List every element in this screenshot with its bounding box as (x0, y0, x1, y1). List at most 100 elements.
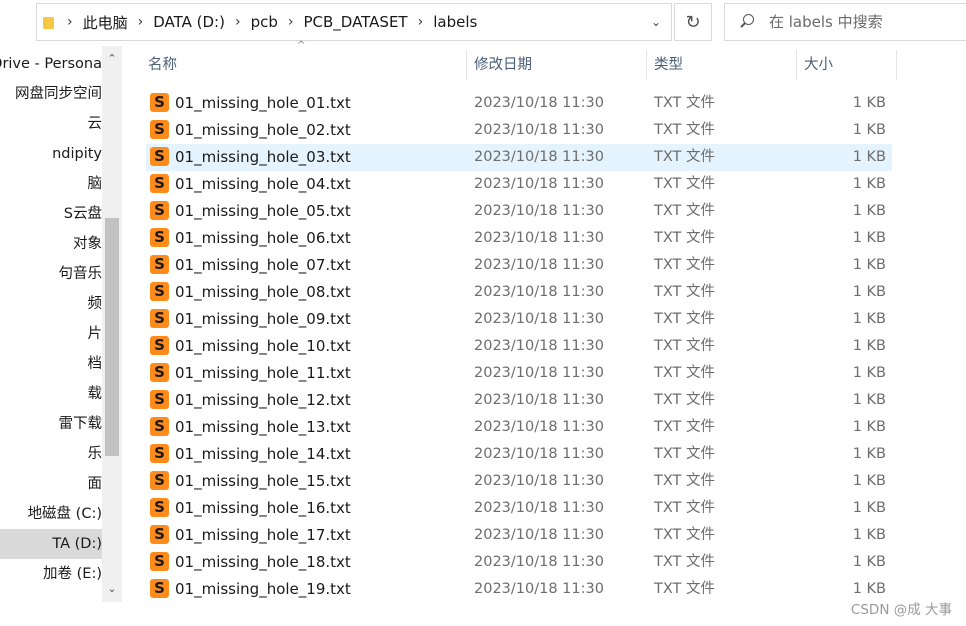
file-name: 01_missing_hole_17.txt (175, 526, 351, 544)
file-name: 01_missing_hole_10.txt (175, 337, 351, 355)
nav-item[interactable]: ndipity (0, 139, 102, 169)
nav-item[interactable]: S云盘 (0, 199, 102, 229)
file-type: TXT 文件 (654, 392, 716, 408)
file-modified-date: 2023/10/18 11:30 (474, 311, 604, 327)
nav-item[interactable]: 频 (0, 289, 103, 319)
file-size: 1 KB (852, 284, 886, 300)
address-bar[interactable]: › 此电脑 › DATA (D:) › pcb › PCB_DATASET › … (36, 3, 672, 41)
chevron-right-icon[interactable]: › (418, 15, 424, 29)
refresh-icon: ↻ (685, 11, 701, 33)
breadcrumb-data-drive[interactable]: DATA (D:) (153, 13, 225, 31)
nav-item[interactable]: 片 (0, 319, 103, 349)
toolbar: › 此电脑 › DATA (D:) › pcb › PCB_DATASET › … (0, 0, 966, 46)
refresh-button[interactable]: ↻ (674, 3, 712, 41)
file-row[interactable]: 01_missing_hole_08.txt 2023/10/18 11:30 TX… (146, 279, 892, 306)
file-size: 1 KB (852, 419, 886, 435)
nav-item-label: 地磁盘 (C:) (27, 506, 102, 522)
file-type: TXT 文件 (654, 527, 716, 543)
column-modified[interactable]: 修改日期 (466, 46, 646, 84)
scroll-down-icon[interactable]: ⌄ (102, 580, 122, 598)
breadcrumb-pcb[interactable]: pcb (251, 13, 278, 31)
column-divider[interactable] (896, 50, 897, 80)
file-row[interactable]: 01_missing_hole_07.txt 2023/10/18 11:30 TX… (146, 252, 892, 279)
file-size: 1 KB (852, 230, 886, 246)
sublime-text-file-icon (150, 93, 169, 112)
nav-item[interactable]: 加卷 (E:) (0, 559, 102, 589)
file-size: 1 KB (852, 257, 886, 273)
column-type[interactable]: 类型 (646, 46, 796, 84)
file-row[interactable]: 01_missing_hole_14.txt 2023/10/18 11:30 TX… (146, 441, 892, 468)
nav-item-label: 雷下载 (58, 416, 103, 432)
file-row[interactable]: 01_missing_hole_16.txt 2023/10/18 11:30 TX… (146, 495, 892, 522)
file-row[interactable]: 01_missing_hole_01.txt 2023/10/18 11:30 TX… (146, 90, 892, 117)
chevron-down-icon[interactable]: ⌄ (641, 4, 671, 40)
file-row[interactable]: 01_missing_hole_05.txt 2023/10/18 11:30 TX… (146, 198, 892, 225)
file-type: TXT 文件 (654, 500, 716, 516)
nav-scrollbar[interactable]: ⌃ ⌄ (102, 46, 122, 602)
nav-item[interactable]: 档 (0, 349, 103, 379)
nav-item-label: 加卷 (E:) (43, 566, 102, 582)
sublime-text-file-icon (150, 525, 169, 544)
file-modified-date: 2023/10/18 11:30 (474, 122, 604, 138)
file-name: 01_missing_hole_02.txt (175, 121, 351, 139)
chevron-right-icon[interactable]: › (235, 15, 241, 29)
file-row[interactable]: 01_missing_hole_13.txt 2023/10/18 11:30 TX… (146, 414, 892, 441)
scroll-up-icon[interactable]: ⌃ (102, 50, 122, 68)
file-size: 1 KB (852, 122, 886, 138)
file-size: 1 KB (852, 554, 886, 570)
nav-item[interactable]: 地磁盘 (C:) (0, 499, 102, 529)
nav-item[interactable]: Drive - Persona (0, 49, 102, 79)
file-row[interactable]: 01_missing_hole_15.txt 2023/10/18 11:30 TX… (146, 468, 892, 495)
watermark: CSDN @成 大事 (850, 602, 952, 618)
file-size: 1 KB (852, 338, 886, 354)
file-type: TXT 文件 (654, 203, 716, 219)
file-type: TXT 文件 (654, 230, 716, 246)
nav-item[interactable]: 云 (0, 109, 103, 139)
chevron-right-icon[interactable]: › (138, 15, 144, 29)
scrollbar-thumb[interactable] (105, 218, 119, 456)
file-size: 1 KB (852, 473, 886, 489)
file-row[interactable]: 01_missing_hole_19.txt 2023/10/18 11:30 TX… (146, 576, 892, 603)
nav-item[interactable]: 句音乐 (0, 259, 103, 289)
search-box[interactable] (724, 3, 966, 41)
chevron-right-icon[interactable]: › (288, 15, 294, 29)
file-type: TXT 文件 (654, 95, 716, 111)
breadcrumb-this-pc[interactable]: 此电脑 (83, 12, 128, 33)
file-type: TXT 文件 (654, 338, 716, 354)
column-name[interactable]: 名称 (140, 46, 466, 84)
file-name: 01_missing_hole_04.txt (175, 175, 351, 193)
file-row[interactable]: 01_missing_hole_03.txt 2023/10/18 11:30 TX… (146, 144, 892, 171)
nav-item[interactable]: 雷下载 (0, 409, 103, 439)
file-name: 01_missing_hole_19.txt (175, 580, 351, 598)
file-modified-date: 2023/10/18 11:30 (474, 257, 604, 273)
file-row[interactable]: 01_missing_hole_02.txt 2023/10/18 11:30 TX… (146, 117, 892, 144)
nav-item[interactable]: 脑 (0, 169, 103, 199)
file-name: 01_missing_hole_03.txt (175, 148, 351, 166)
file-row[interactable]: 01_missing_hole_17.txt 2023/10/18 11:30 TX… (146, 522, 892, 549)
nav-item[interactable]: TA (D:) (0, 529, 102, 559)
file-row[interactable]: 01_missing_hole_04.txt 2023/10/18 11:30 TX… (146, 171, 892, 198)
column-size[interactable]: 大小 (796, 46, 896, 84)
sublime-text-file-icon (150, 228, 169, 247)
nav-item[interactable]: 面 (0, 469, 103, 499)
file-size: 1 KB (852, 311, 886, 327)
nav-item[interactable]: 载 (0, 379, 103, 409)
breadcrumb-pcb-dataset[interactable]: PCB_DATASET (303, 13, 407, 31)
chevron-right-icon[interactable]: › (67, 15, 73, 29)
file-type: TXT 文件 (654, 365, 716, 381)
search-icon (739, 14, 755, 30)
breadcrumb-labels[interactable]: labels (433, 13, 477, 31)
nav-item[interactable]: 网盘同步空间 (0, 79, 102, 109)
file-row[interactable]: 01_missing_hole_06.txt 2023/10/18 11:30 TX… (146, 225, 892, 252)
nav-item[interactable]: 对象 (0, 229, 102, 259)
nav-item-label: 载 (87, 386, 103, 402)
file-row[interactable]: 01_missing_hole_10.txt 2023/10/18 11:30 TX… (146, 333, 892, 360)
nav-item-label: 云 (87, 116, 103, 132)
sublime-text-file-icon (150, 417, 169, 436)
file-row[interactable]: 01_missing_hole_12.txt 2023/10/18 11:30 TX… (146, 387, 892, 414)
file-row[interactable]: 01_missing_hole_18.txt 2023/10/18 11:30 TX… (146, 549, 892, 576)
file-row[interactable]: 01_missing_hole_11.txt 2023/10/18 11:30 TX… (146, 360, 892, 387)
search-input[interactable] (769, 13, 959, 31)
nav-item[interactable]: 乐 (0, 439, 103, 469)
file-row[interactable]: 01_missing_hole_09.txt 2023/10/18 11:30 TX… (146, 306, 892, 333)
